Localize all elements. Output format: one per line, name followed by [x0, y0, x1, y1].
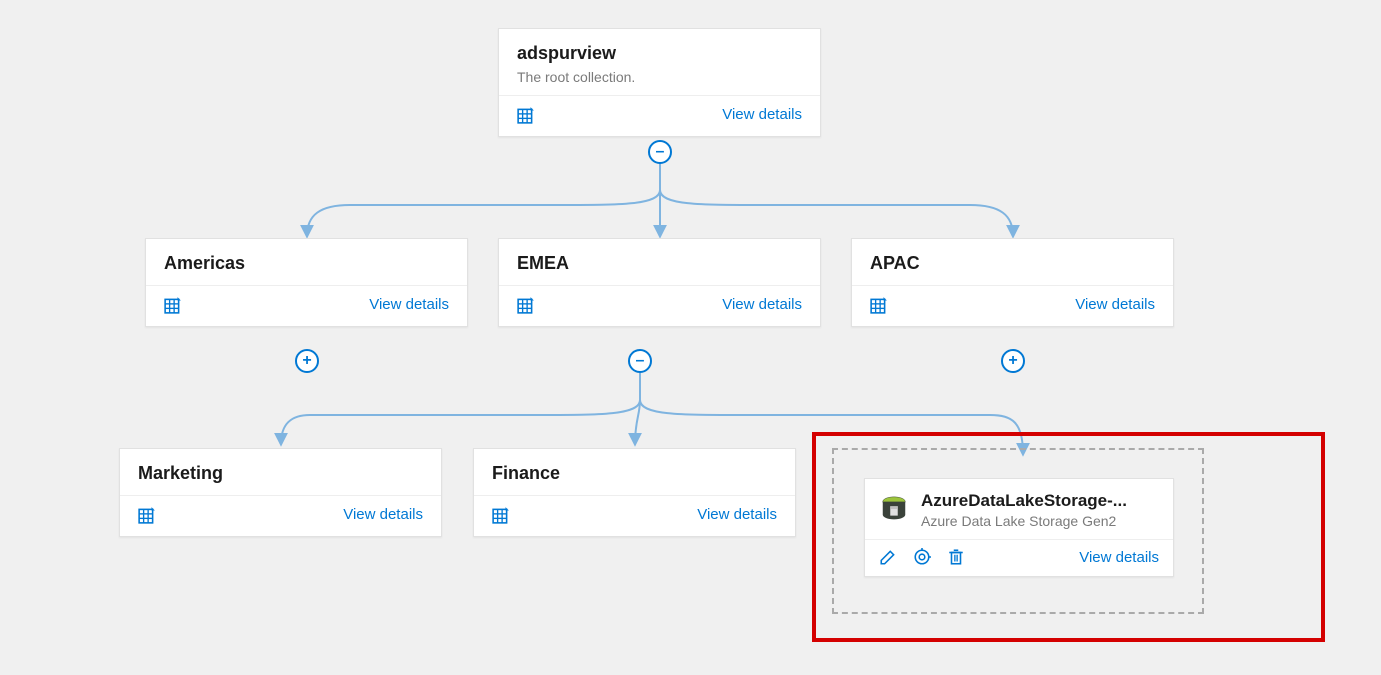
- adls-icon: [879, 495, 909, 525]
- edit-icon[interactable]: [879, 548, 897, 566]
- collection-finance[interactable]: Finance View details: [473, 448, 796, 537]
- scan-icon[interactable]: [492, 506, 510, 524]
- source-title: AzureDataLakeStorage-...: [921, 491, 1127, 511]
- scan-icon[interactable]: [870, 296, 888, 314]
- view-details-link[interactable]: View details: [722, 296, 802, 313]
- scan-icon[interactable]: [164, 296, 182, 314]
- data-source-adls[interactable]: AzureDataLakeStorage-... Azure Data Lake…: [864, 478, 1174, 577]
- source-subtitle: Azure Data Lake Storage Gen2: [921, 513, 1127, 529]
- collection-title: Americas: [164, 253, 449, 275]
- scan-icon[interactable]: [517, 296, 535, 314]
- view-details-link[interactable]: View details: [1079, 549, 1159, 566]
- collapse-toggle[interactable]: –: [648, 140, 672, 164]
- collection-title: adspurview: [517, 43, 802, 65]
- collection-title: APAC: [870, 253, 1155, 275]
- expand-toggle[interactable]: +: [295, 349, 319, 373]
- collapse-toggle[interactable]: –: [628, 349, 652, 373]
- view-details-link[interactable]: View details: [1075, 296, 1155, 313]
- scan-icon[interactable]: [517, 106, 535, 124]
- view-details-link[interactable]: View details: [697, 506, 777, 523]
- view-details-link[interactable]: View details: [343, 506, 423, 523]
- scan-icon[interactable]: [138, 506, 156, 524]
- scan-action-icon[interactable]: [913, 548, 931, 566]
- collection-apac[interactable]: APAC View details: [851, 238, 1174, 327]
- collection-root[interactable]: adspurview The root collection. View det…: [498, 28, 821, 137]
- collection-tree-canvas: adspurview The root collection. View det…: [0, 0, 1381, 675]
- collection-emea[interactable]: EMEA View details: [498, 238, 821, 327]
- view-details-link[interactable]: View details: [722, 106, 802, 123]
- expand-toggle[interactable]: +: [1001, 349, 1025, 373]
- delete-icon[interactable]: [947, 548, 965, 566]
- collection-title: Finance: [492, 463, 777, 485]
- collection-title: EMEA: [517, 253, 802, 275]
- collection-marketing[interactable]: Marketing View details: [119, 448, 442, 537]
- collection-subtitle: The root collection.: [517, 69, 802, 85]
- collection-americas[interactable]: Americas View details: [145, 238, 468, 327]
- collection-title: Marketing: [138, 463, 423, 485]
- view-details-link[interactable]: View details: [369, 296, 449, 313]
